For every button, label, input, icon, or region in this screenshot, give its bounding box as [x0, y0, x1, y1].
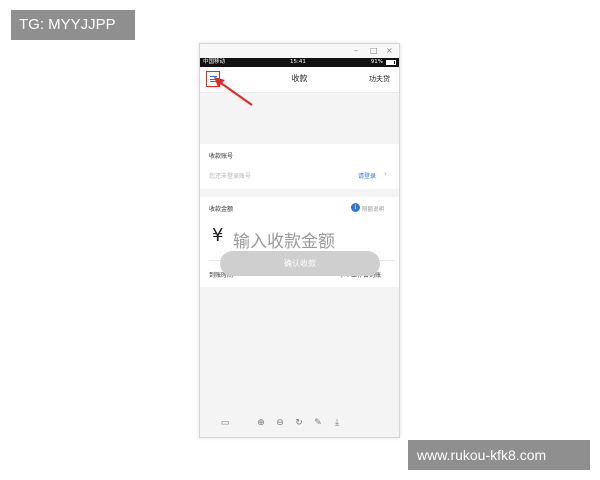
- window-titlebar: – □ ×: [200, 44, 399, 58]
- account-placeholder[interactable]: 您还未登录账号: [209, 171, 251, 180]
- red-annotation-arrow-icon: [214, 77, 253, 106]
- battery-icon: [386, 60, 396, 65]
- limit-info-link[interactable]: 限额说明: [362, 205, 384, 213]
- download-icon[interactable]: ⤓: [332, 417, 342, 429]
- watermark-top-left: TG: MYYJJPP: [11, 10, 135, 40]
- amount-input[interactable]: 输入收款金额: [233, 227, 335, 252]
- zoom-out-icon[interactable]: ⊖: [275, 417, 285, 429]
- brand-link[interactable]: 功夫贷: [369, 74, 390, 84]
- viewer-toolbar: ▭ ⊕ ⊖ ↻ ✎ ⤓: [200, 414, 399, 434]
- chevron-right-icon: ›: [384, 170, 387, 178]
- phone-status-bar: 中国移动 15:41 91%: [200, 58, 399, 67]
- account-section: 收款账号 您还未登录账号 请登录 ›: [200, 144, 399, 189]
- currency-symbol: ¥: [212, 225, 224, 246]
- account-label: 收款账号: [209, 153, 234, 160]
- image-icon[interactable]: ▭: [220, 417, 230, 429]
- rotate-icon[interactable]: ↻: [294, 417, 304, 429]
- amount-label: 收款金额: [209, 206, 234, 213]
- info-icon[interactable]: i: [351, 203, 360, 212]
- minimize-icon[interactable]: –: [354, 45, 358, 56]
- confirm-payment-button[interactable]: 确认收款: [220, 251, 380, 276]
- watermark-bottom-right: www.rukou-kfk8.com: [408, 440, 590, 470]
- edit-icon[interactable]: ✎: [313, 417, 323, 429]
- login-link[interactable]: 请登录: [358, 171, 376, 180]
- screenshot-canvas: TG: MYYJJPP – □ × 中国移动 15:41 91% 收款 功夫贷 …: [0, 0, 600, 480]
- zoom-in-icon[interactable]: ⊕: [256, 417, 266, 429]
- clock-label: 15:41: [290, 59, 306, 65]
- maximize-icon[interactable]: □: [370, 45, 378, 56]
- battery-percent: 91%: [370, 59, 383, 65]
- close-icon[interactable]: ×: [386, 45, 393, 56]
- carrier-label: 中国移动: [203, 59, 226, 65]
